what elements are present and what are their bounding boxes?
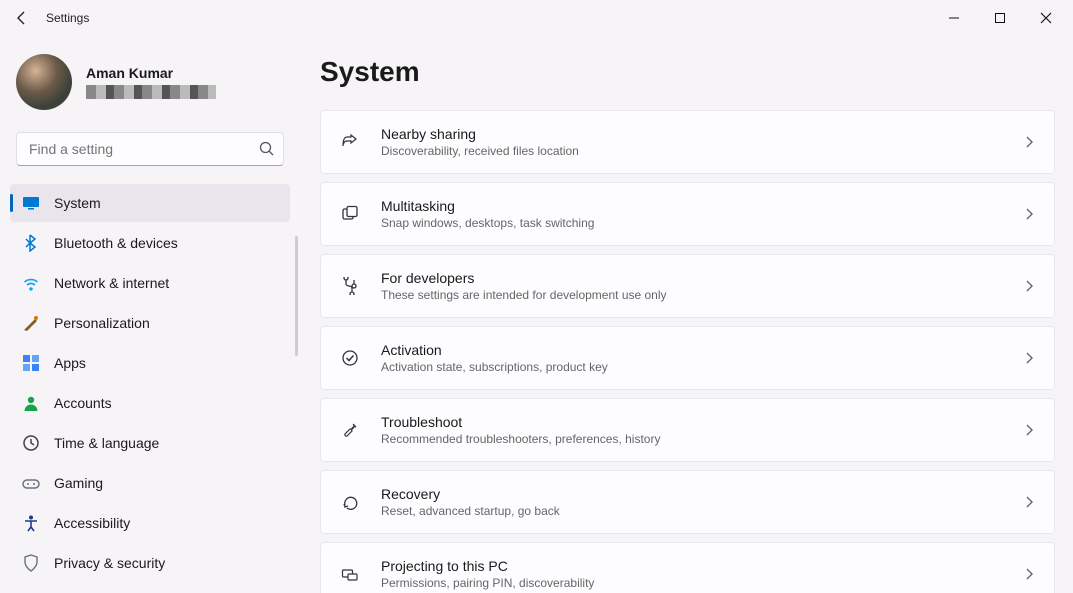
- card-title: Activation: [381, 342, 1022, 358]
- card-text: Multitasking Snap windows, desktops, tas…: [381, 198, 1022, 230]
- nav-item-label: Apps: [54, 355, 86, 371]
- card-subtitle: Discoverability, received files location: [381, 144, 1022, 158]
- card-troubleshoot[interactable]: Troubleshoot Recommended troubleshooters…: [320, 398, 1055, 462]
- nav-item-label: Network & internet: [54, 275, 169, 291]
- maximize-icon: [994, 12, 1006, 24]
- close-icon: [1040, 12, 1052, 24]
- dev-icon: [339, 275, 361, 297]
- nav-item-accessibility[interactable]: Accessibility: [10, 504, 290, 542]
- recovery-icon: [339, 491, 361, 513]
- nav-item-bluetooth-devices[interactable]: Bluetooth & devices: [10, 224, 290, 262]
- card-subtitle: Activation state, subscriptions, product…: [381, 360, 1022, 374]
- share-icon: [339, 131, 361, 153]
- chevron-right-icon: [1022, 423, 1036, 437]
- close-button[interactable]: [1023, 0, 1069, 36]
- search-box[interactable]: [16, 132, 284, 166]
- nav-item-label: System: [54, 195, 101, 211]
- search-input[interactable]: [16, 132, 284, 166]
- card-text: Troubleshoot Recommended troubleshooters…: [381, 414, 1022, 446]
- page-title: System: [320, 56, 1055, 88]
- nav-item-label: Personalization: [54, 315, 150, 331]
- apps-icon: [22, 354, 40, 372]
- nav-item-accounts[interactable]: Accounts: [10, 384, 290, 422]
- card-multitasking[interactable]: Multitasking Snap windows, desktops, tas…: [320, 182, 1055, 246]
- card-title: Troubleshoot: [381, 414, 1022, 430]
- card-subtitle: Permissions, pairing PIN, discoverabilit…: [381, 576, 1022, 590]
- nav-item-network-internet[interactable]: Network & internet: [10, 264, 290, 302]
- card-title: Recovery: [381, 486, 1022, 502]
- card-subtitle: Snap windows, desktops, task switching: [381, 216, 1022, 230]
- card-text: Nearby sharing Discoverability, received…: [381, 126, 1022, 158]
- nav-item-apps[interactable]: Apps: [10, 344, 290, 382]
- minimize-button[interactable]: [931, 0, 977, 36]
- chevron-right-icon: [1022, 207, 1036, 221]
- card-text: Projecting to this PC Permissions, pairi…: [381, 558, 1022, 590]
- sidebar-scrollbar[interactable]: [295, 236, 298, 356]
- chevron-right-icon: [1022, 567, 1036, 581]
- nav-item-time-language[interactable]: Time & language: [10, 424, 290, 462]
- profile-block[interactable]: Aman Kumar: [10, 54, 290, 124]
- sidebar: Aman Kumar System Bluetooth & devices Netw…: [0, 36, 300, 593]
- content-area: System Nearby sharing Discoverability, r…: [300, 36, 1073, 593]
- card-recovery[interactable]: Recovery Reset, advanced startup, go bac…: [320, 470, 1055, 534]
- card-activation[interactable]: Activation Activation state, subscriptio…: [320, 326, 1055, 390]
- shield-icon: [22, 554, 40, 572]
- card-title: Nearby sharing: [381, 126, 1022, 142]
- nav-item-gaming[interactable]: Gaming: [10, 464, 290, 502]
- nav-item-system[interactable]: System: [10, 184, 290, 222]
- card-title: Multitasking: [381, 198, 1022, 214]
- window-title: Settings: [46, 11, 89, 25]
- chevron-right-icon: [1022, 495, 1036, 509]
- chevron-right-icon: [1022, 135, 1036, 149]
- wrench-icon: [339, 419, 361, 441]
- project-icon: [339, 563, 361, 585]
- maximize-button[interactable]: [977, 0, 1023, 36]
- card-title: Projecting to this PC: [381, 558, 1022, 574]
- window-controls: [931, 0, 1069, 36]
- card-projecting-to-this-pc[interactable]: Projecting to this PC Permissions, pairi…: [320, 542, 1055, 593]
- titlebar: Settings: [0, 0, 1073, 36]
- card-subtitle: Recommended troubleshooters, preferences…: [381, 432, 1022, 446]
- nav-list: System Bluetooth & devices Network & inter…: [10, 184, 290, 582]
- nav-item-label: Bluetooth & devices: [54, 235, 178, 251]
- chevron-right-icon: [1022, 351, 1036, 365]
- nav-item-label: Time & language: [54, 435, 159, 451]
- nav-item-privacy-security[interactable]: Privacy & security: [10, 544, 290, 582]
- back-arrow-icon: [14, 10, 30, 26]
- profile-name: Aman Kumar: [86, 65, 216, 81]
- display-icon: [22, 194, 40, 212]
- nav-item-label: Accounts: [54, 395, 112, 411]
- card-text: Recovery Reset, advanced startup, go bac…: [381, 486, 1022, 518]
- avatar: [16, 54, 72, 110]
- settings-cards: Nearby sharing Discoverability, received…: [320, 110, 1055, 593]
- nav-item-personalization[interactable]: Personalization: [10, 304, 290, 342]
- card-title: For developers: [381, 270, 1022, 286]
- nav-item-label: Accessibility: [54, 515, 130, 531]
- bluetooth-icon: [22, 234, 40, 252]
- search-icon: [259, 141, 274, 156]
- card-for-developers[interactable]: For developers These settings are intend…: [320, 254, 1055, 318]
- card-subtitle: These settings are intended for developm…: [381, 288, 1022, 302]
- gaming-icon: [22, 474, 40, 492]
- clock-icon: [22, 434, 40, 452]
- nav-item-label: Privacy & security: [54, 555, 165, 571]
- profile-email-redacted: [86, 85, 216, 99]
- check-icon: [339, 347, 361, 369]
- paint-icon: [22, 314, 40, 332]
- account-icon: [22, 394, 40, 412]
- back-button[interactable]: [4, 0, 40, 36]
- card-text: Activation Activation state, subscriptio…: [381, 342, 1022, 374]
- minimize-icon: [948, 12, 960, 24]
- multitask-icon: [339, 203, 361, 225]
- wifi-icon: [22, 274, 40, 292]
- accessibility-icon: [22, 514, 40, 532]
- card-text: For developers These settings are intend…: [381, 270, 1022, 302]
- card-nearby-sharing[interactable]: Nearby sharing Discoverability, received…: [320, 110, 1055, 174]
- chevron-right-icon: [1022, 279, 1036, 293]
- nav-item-label: Gaming: [54, 475, 103, 491]
- card-subtitle: Reset, advanced startup, go back: [381, 504, 1022, 518]
